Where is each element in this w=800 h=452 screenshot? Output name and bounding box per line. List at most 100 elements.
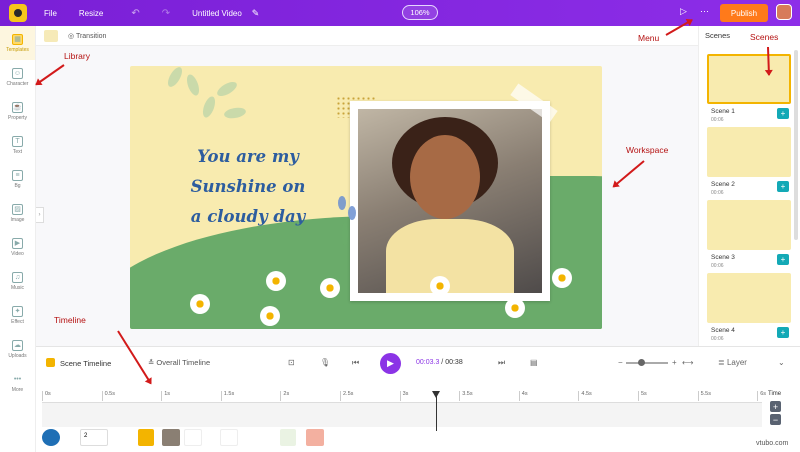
woman-photo [358, 109, 542, 293]
daisy [266, 271, 286, 291]
scenes-scrollbar[interactable] [794, 50, 798, 240]
microphone-icon[interactable]: 🎙 [320, 358, 330, 367]
scenes-title: Scenes [705, 31, 731, 40]
slider-knob[interactable] [638, 359, 645, 366]
expand-icon[interactable]: ⟷ [682, 358, 693, 367]
timeline-track[interactable] [42, 403, 762, 427]
skip-back-icon[interactable]: ⏮ [352, 358, 359, 368]
ruler-tick: 3.5s [459, 391, 473, 401]
time-zoom-in-button[interactable]: + [770, 401, 781, 412]
undo-icon[interactable]: ↶ [131, 8, 139, 19]
text-line: a cloudy day [190, 207, 306, 226]
scene-thumbnail[interactable] [707, 127, 791, 177]
tab-scene-timeline[interactable]: Scene Timeline [46, 358, 111, 368]
annotation-library: Library [64, 51, 90, 61]
collapse-sidebar-button[interactable]: › [36, 207, 44, 223]
sidebar-item-music[interactable]: ♫ Music [0, 264, 35, 298]
ruler-tick: 2.5s [340, 391, 353, 401]
sidebar-item-effect[interactable]: ✦ Effect [0, 298, 35, 332]
annotation-menu: Menu [638, 33, 660, 43]
annotation-scenes: Scenes [750, 32, 779, 42]
avatar[interactable] [776, 4, 792, 20]
sidebar-item-templates[interactable]: ▦ Templates [0, 26, 35, 60]
share-icon[interactable]: ⋯ [700, 6, 709, 17]
scene-label: Scene 2 [711, 181, 735, 188]
ruler-tick: 6s [757, 391, 766, 401]
layer-thumbnail[interactable] [184, 429, 202, 446]
zoom-level[interactable]: 106% [402, 5, 438, 20]
fit-icon[interactable]: ⊡ [288, 358, 295, 367]
annotation-timeline: Timeline [54, 315, 86, 325]
logo[interactable] [0, 0, 36, 26]
flower-stem [342, 222, 348, 246]
total-time: 00:38 [445, 359, 463, 366]
photo-frame[interactable] [350, 101, 550, 301]
zoom-out-icon[interactable]: − [618, 358, 623, 367]
playhead[interactable] [432, 391, 440, 431]
skip-forward-icon[interactable]: ⏭ [498, 358, 505, 368]
resize-menu[interactable]: Resize [79, 9, 103, 18]
scene-thumbnail[interactable] [707, 200, 791, 250]
layer-thumbnail[interactable] [138, 429, 154, 446]
project-title[interactable]: Untitled Video [192, 9, 242, 18]
layer-thumbnail[interactable] [306, 429, 324, 446]
add-scene-button[interactable]: + [777, 327, 789, 338]
sidebar-item-property[interactable]: ☕ Property [0, 94, 35, 128]
time-zoom-out-button[interactable]: − [770, 414, 781, 425]
layer-thumbnail[interactable] [162, 429, 180, 446]
scene-thumbnail[interactable] [707, 54, 791, 104]
tab-overall-timeline[interactable]: ≛ Overall Timeline [148, 358, 210, 367]
daisy [260, 306, 280, 326]
file-menu[interactable]: File [44, 9, 57, 18]
scene-thumbnail[interactable] [707, 273, 791, 323]
background-color-swatch[interactable] [44, 29, 58, 42]
scene-duration: 00:06 [711, 190, 724, 196]
edit-title-icon[interactable]: ✎ [252, 8, 260, 19]
layer-thumbnail[interactable]: 2 [80, 429, 108, 446]
sidebar-item-image[interactable]: ▨ Image [0, 196, 35, 230]
layer-label: Layer [726, 358, 747, 367]
bg-icon: ≡ [12, 169, 23, 181]
leaf-decoration [223, 106, 247, 120]
face [410, 135, 480, 219]
chevron-down-icon[interactable]: ⌄ [778, 358, 785, 367]
redo-icon[interactable]: ↷ [162, 8, 170, 19]
layer-thumbnail[interactable] [220, 429, 238, 446]
time-zoom-label: Time [768, 391, 782, 397]
sidebar-item-label: Video [11, 250, 24, 257]
scene-text[interactable]: You are my Sunshine on a cloudy day [188, 142, 308, 232]
video-icon: ▶ [12, 237, 23, 249]
text-line: You are my [197, 147, 299, 166]
scene-canvas[interactable]: You are my Sunshine on a cloudy day [130, 66, 602, 329]
sidebar-item-text[interactable]: T Text [0, 128, 35, 162]
transition-button[interactable]: ◎ Transition [68, 32, 106, 40]
sidebar-item-video[interactable]: ▶ Video [0, 230, 35, 264]
sidebar-item-bg[interactable]: ≡ Bg [0, 162, 35, 196]
timeline-ruler[interactable]: 0s 0.5s 1s 1.5s 2s 2.5s 3s 3.5s 4s 4.5s 5s 5.5s 6s [42, 391, 766, 403]
zoom-in-icon[interactable]: + [672, 358, 677, 367]
sidebar-item-label: Bg [14, 182, 21, 189]
scene-duration: 00:06 [711, 117, 724, 123]
layer-thumbnail[interactable] [280, 429, 296, 446]
sidebar-item-more[interactable]: ••• More [0, 366, 35, 400]
daisy [430, 276, 450, 296]
publish-button[interactable]: Publish [720, 4, 768, 22]
property-icon: ☕ [12, 101, 23, 113]
timeline-zoom-slider[interactable] [626, 359, 668, 366]
preview-icon[interactable]: ▷ [680, 6, 687, 17]
add-scene-button[interactable]: + [777, 108, 789, 119]
more-icon: ••• [13, 375, 22, 383]
effect-icon: ✦ [12, 305, 23, 317]
add-scene-button[interactable]: + [777, 181, 789, 192]
play-button[interactable]: ▶ [380, 353, 401, 374]
sidebar-item-uploads[interactable]: ☁ Uploads [0, 332, 35, 366]
sidebar-item-character[interactable]: ☺ Character [0, 60, 35, 94]
scene-duration: 00:06 [711, 336, 724, 342]
layer-button[interactable]: ≣ Layer [718, 358, 747, 367]
add-scene-button[interactable]: + [777, 254, 789, 265]
layer-thumbnail[interactable] [42, 429, 60, 446]
ruler-tick: 4s [518, 391, 528, 401]
subtitle-icon[interactable]: ▤ [530, 358, 538, 367]
ruler-tick: 5.5s [697, 391, 711, 401]
leaf-decoration [200, 94, 218, 120]
